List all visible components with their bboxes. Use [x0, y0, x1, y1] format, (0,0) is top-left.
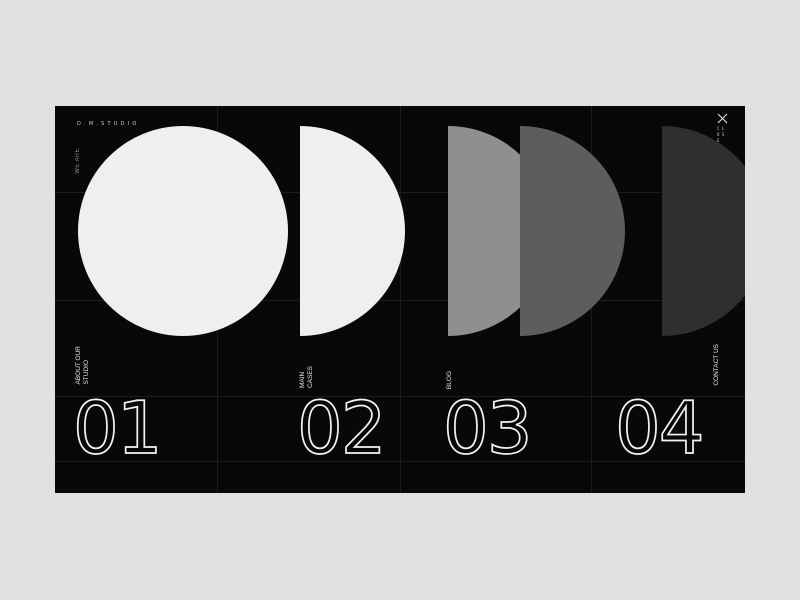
nav-number-04[interactable]: 04	[614, 391, 705, 465]
nav-item-main-cases[interactable]: MAIN CASES	[299, 366, 315, 388]
nav-item-about-studio[interactable]: ABOUT OUR STUDIO	[75, 346, 91, 385]
full-moon-shape[interactable]	[78, 126, 288, 336]
nav-number-03[interactable]: 03	[442, 391, 533, 465]
half-moon-shape-darkest[interactable]	[662, 126, 745, 336]
nav-number-02[interactable]: 02	[296, 391, 387, 465]
nav-item-contact-us[interactable]: CONTACT US	[713, 344, 721, 386]
menu-panel: D.M.STUDIO WE ARE CLOSE ABOUT OUR STUDIO…	[55, 106, 745, 493]
nav-number-01[interactable]: 01	[72, 391, 163, 465]
half-moon-shape-dark[interactable]	[520, 126, 625, 336]
half-moon-shape[interactable]	[300, 126, 405, 336]
